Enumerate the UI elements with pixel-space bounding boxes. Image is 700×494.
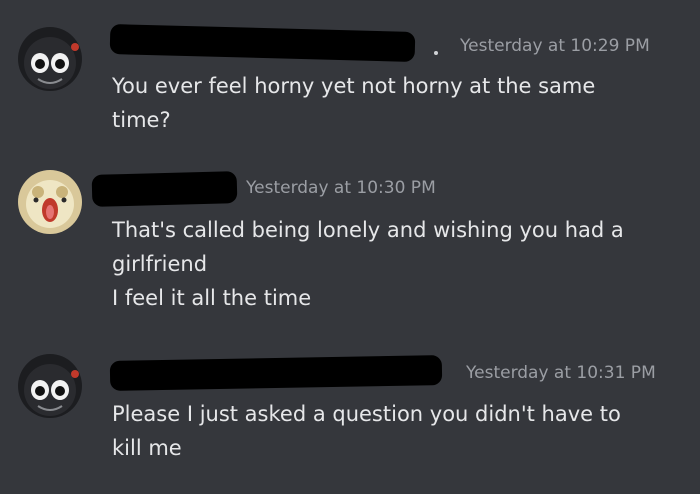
message-line: Please I just asked a question you didn'… [112, 402, 621, 426]
redacted-username [109, 24, 416, 62]
separator-dot [434, 51, 438, 55]
message-line: time? [112, 108, 171, 132]
message-line: kill me [112, 436, 182, 460]
baby-bird-avatar-icon[interactable] [18, 170, 82, 234]
redacted-username [109, 355, 443, 391]
message-body[interactable]: You ever feel horny yet not horny at the… [112, 69, 595, 137]
skull-avatar-icon[interactable] [18, 27, 82, 91]
message-timestamp: Yesterday at 10:31 PM [466, 363, 656, 383]
message-line: You ever feel horny yet not horny at the… [112, 74, 596, 98]
chat-log: Yesterday at 10:29 PM You ever feel horn… [0, 0, 700, 494]
skull-avatar-icon[interactable] [18, 354, 82, 418]
message-timestamp: Yesterday at 10:29 PM [460, 36, 650, 56]
message-body[interactable]: That's called being lonely and wishing y… [112, 213, 624, 315]
message-body[interactable]: Please I just asked a question you didn'… [112, 397, 621, 465]
message-line: I feel it all the time [112, 286, 312, 310]
message: Yesterday at 10:29 PM You ever feel horn… [0, 0, 700, 160]
message: Yesterday at 10:30 PM That's called bein… [0, 160, 700, 340]
message-line: That's called being lonely and wishing y… [112, 218, 624, 242]
message-timestamp: Yesterday at 10:30 PM [246, 178, 436, 198]
redacted-username [91, 171, 238, 207]
message-line: girlfriend [112, 252, 208, 276]
message: Yesterday at 10:31 PM Please I just aske… [0, 340, 700, 494]
